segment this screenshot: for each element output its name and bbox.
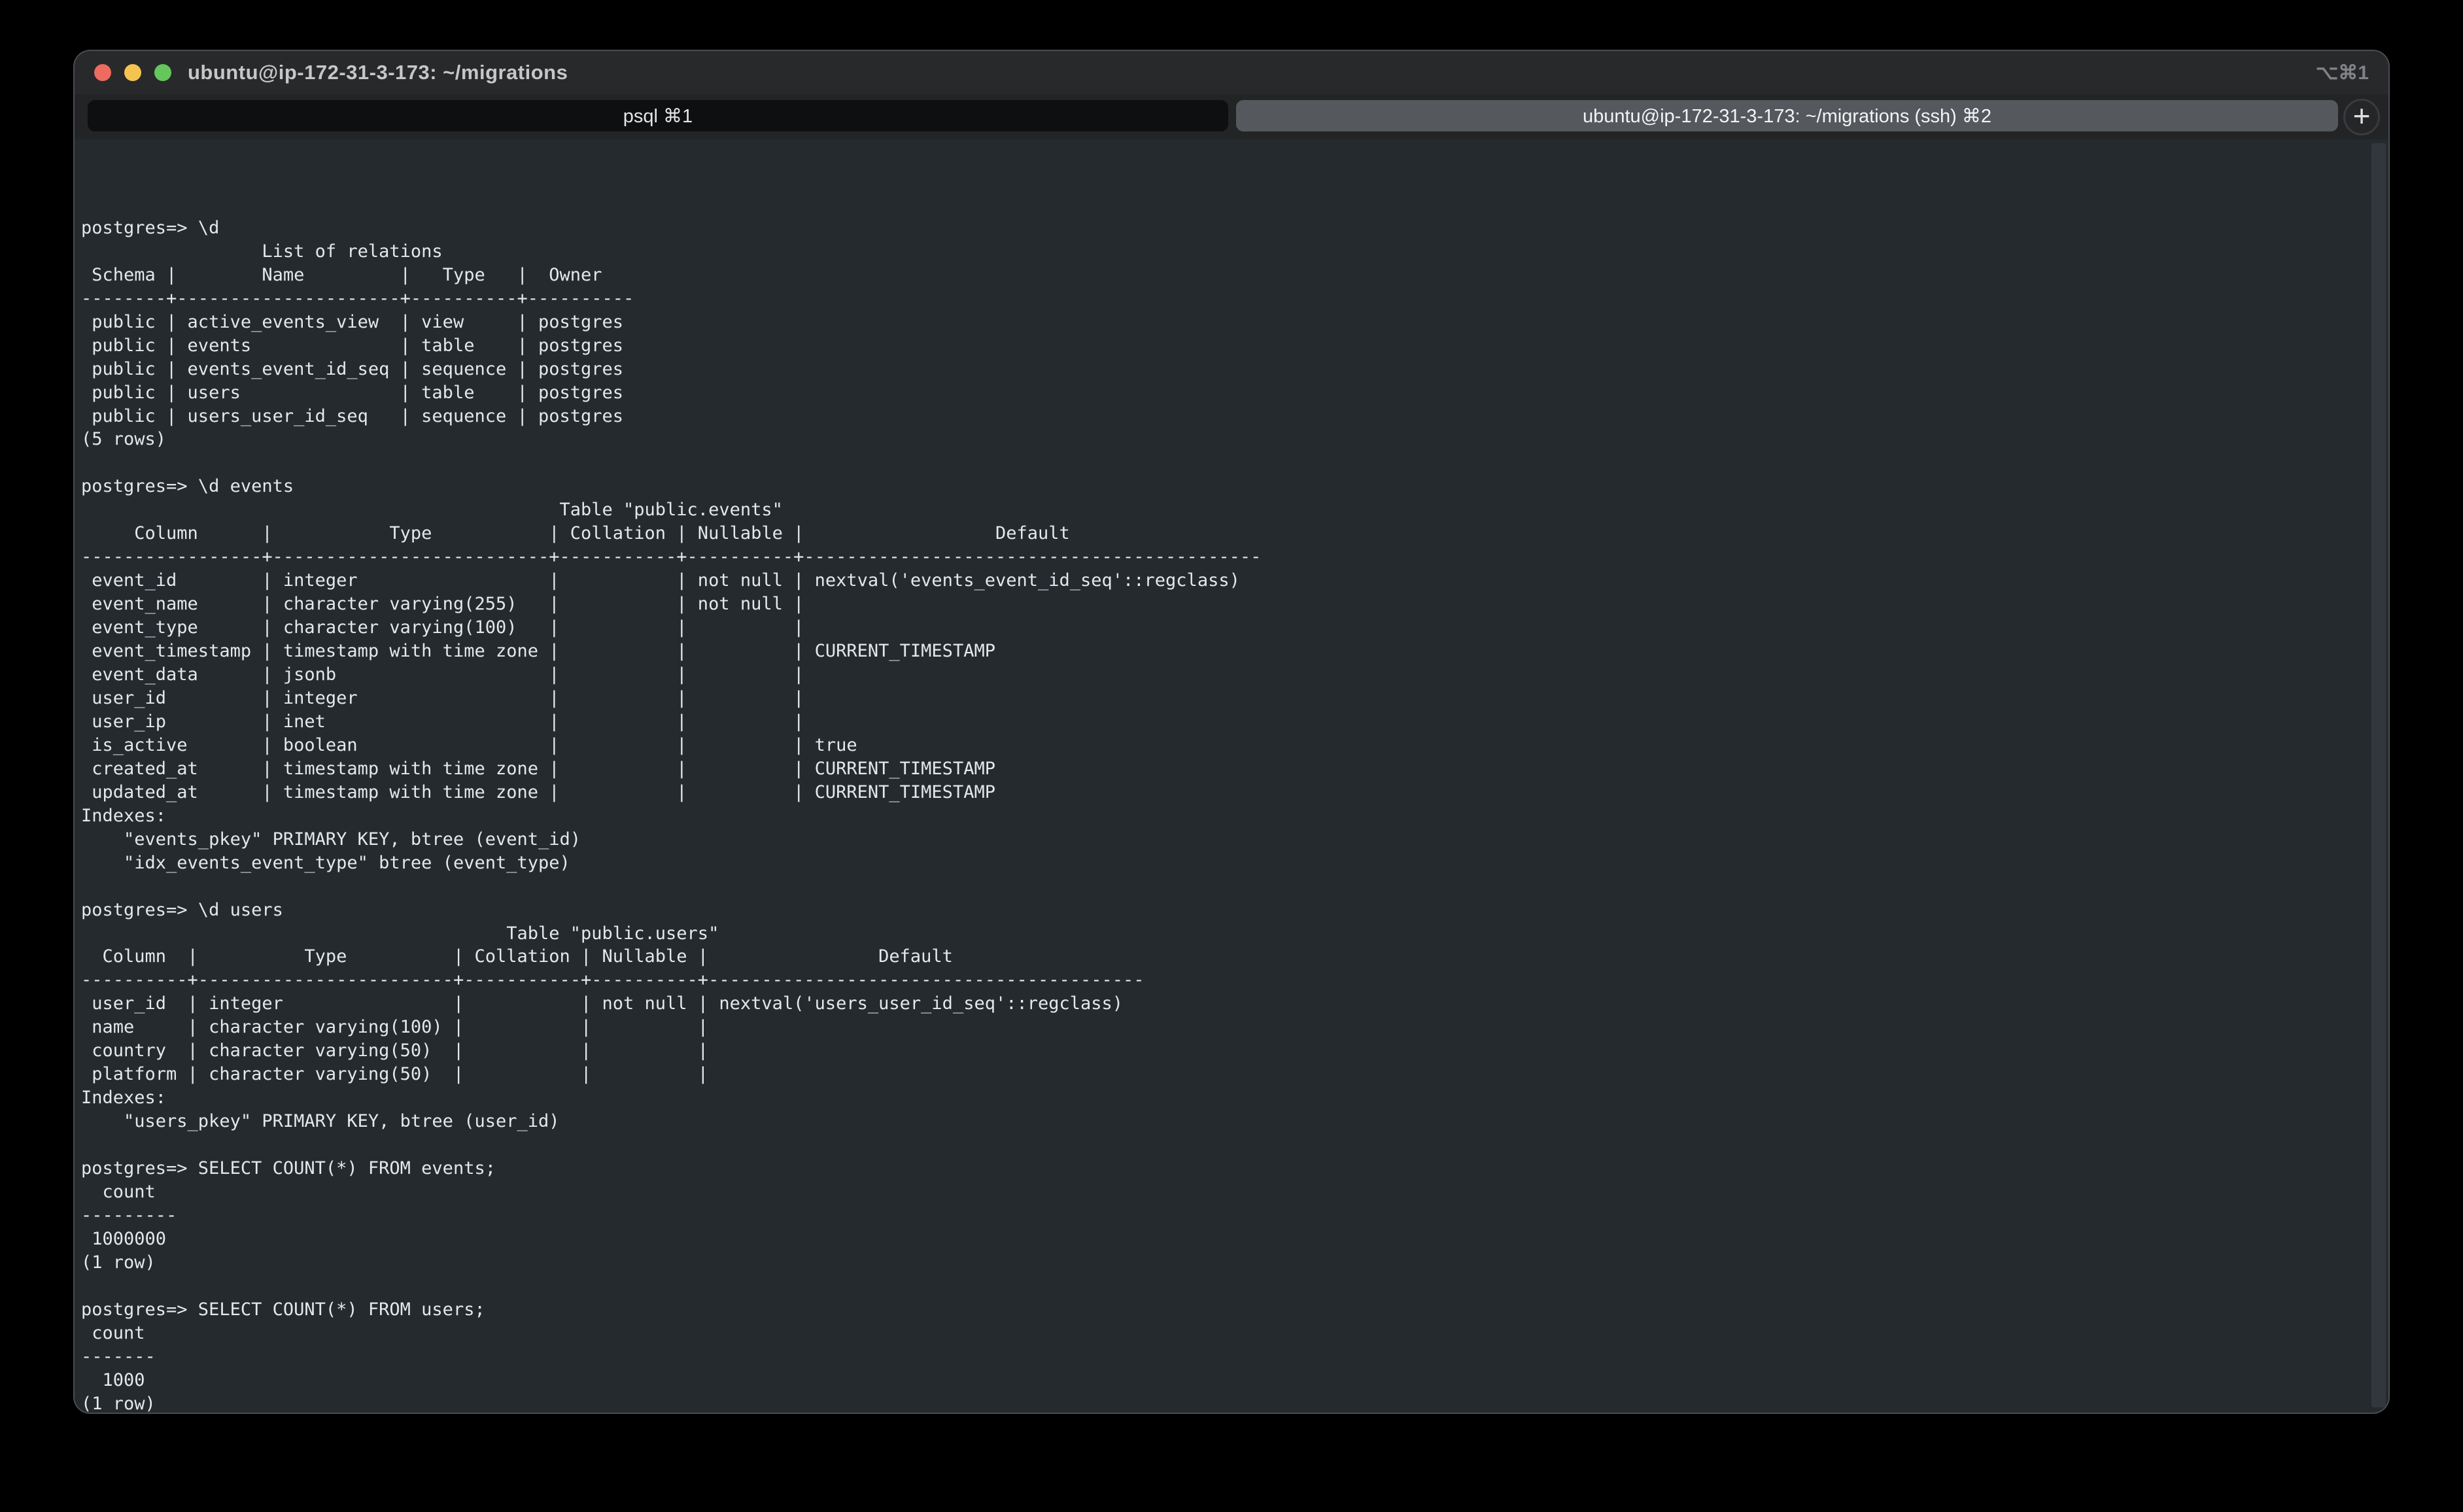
desktop-background: { "window": { "title": "ubuntu@ip-172-31… [0,0,2463,1512]
new-tab-button[interactable]: + [2343,99,2380,135]
terminal-scrollback: postgres=> \d List of relations Schema |… [81,216,2362,1413]
terminal-screen[interactable]: postgres=> \d List of relations Schema |… [75,139,2388,1413]
terminal-output: postgres=> \d List of relations Schema |… [75,139,2362,1413]
tab-bar: psql ⌘1 ubuntu@ip-172-31-3-173: ~/migrat… [75,94,2388,139]
window-title: ubuntu@ip-172-31-3-173: ~/migrations [188,51,568,94]
terminal-window: ubuntu@ip-172-31-3-173: ~/migrations ⌥⌘1… [73,50,2390,1414]
tab-psql[interactable]: psql ⌘1 [88,100,1228,131]
tab-ssh-migrations[interactable]: ubuntu@ip-172-31-3-173: ~/migrations (ss… [1236,100,2338,131]
window-titlebar: ubuntu@ip-172-31-3-173: ~/migrations ⌥⌘1 [75,51,2388,94]
close-button[interactable] [94,64,111,81]
window-shortcut-hint: ⌥⌘1 [2316,51,2369,94]
scrollbar-thumb[interactable] [2371,143,2386,1407]
minimize-button[interactable] [124,64,141,81]
zoom-button[interactable] [154,64,171,81]
traffic-lights [94,51,171,94]
